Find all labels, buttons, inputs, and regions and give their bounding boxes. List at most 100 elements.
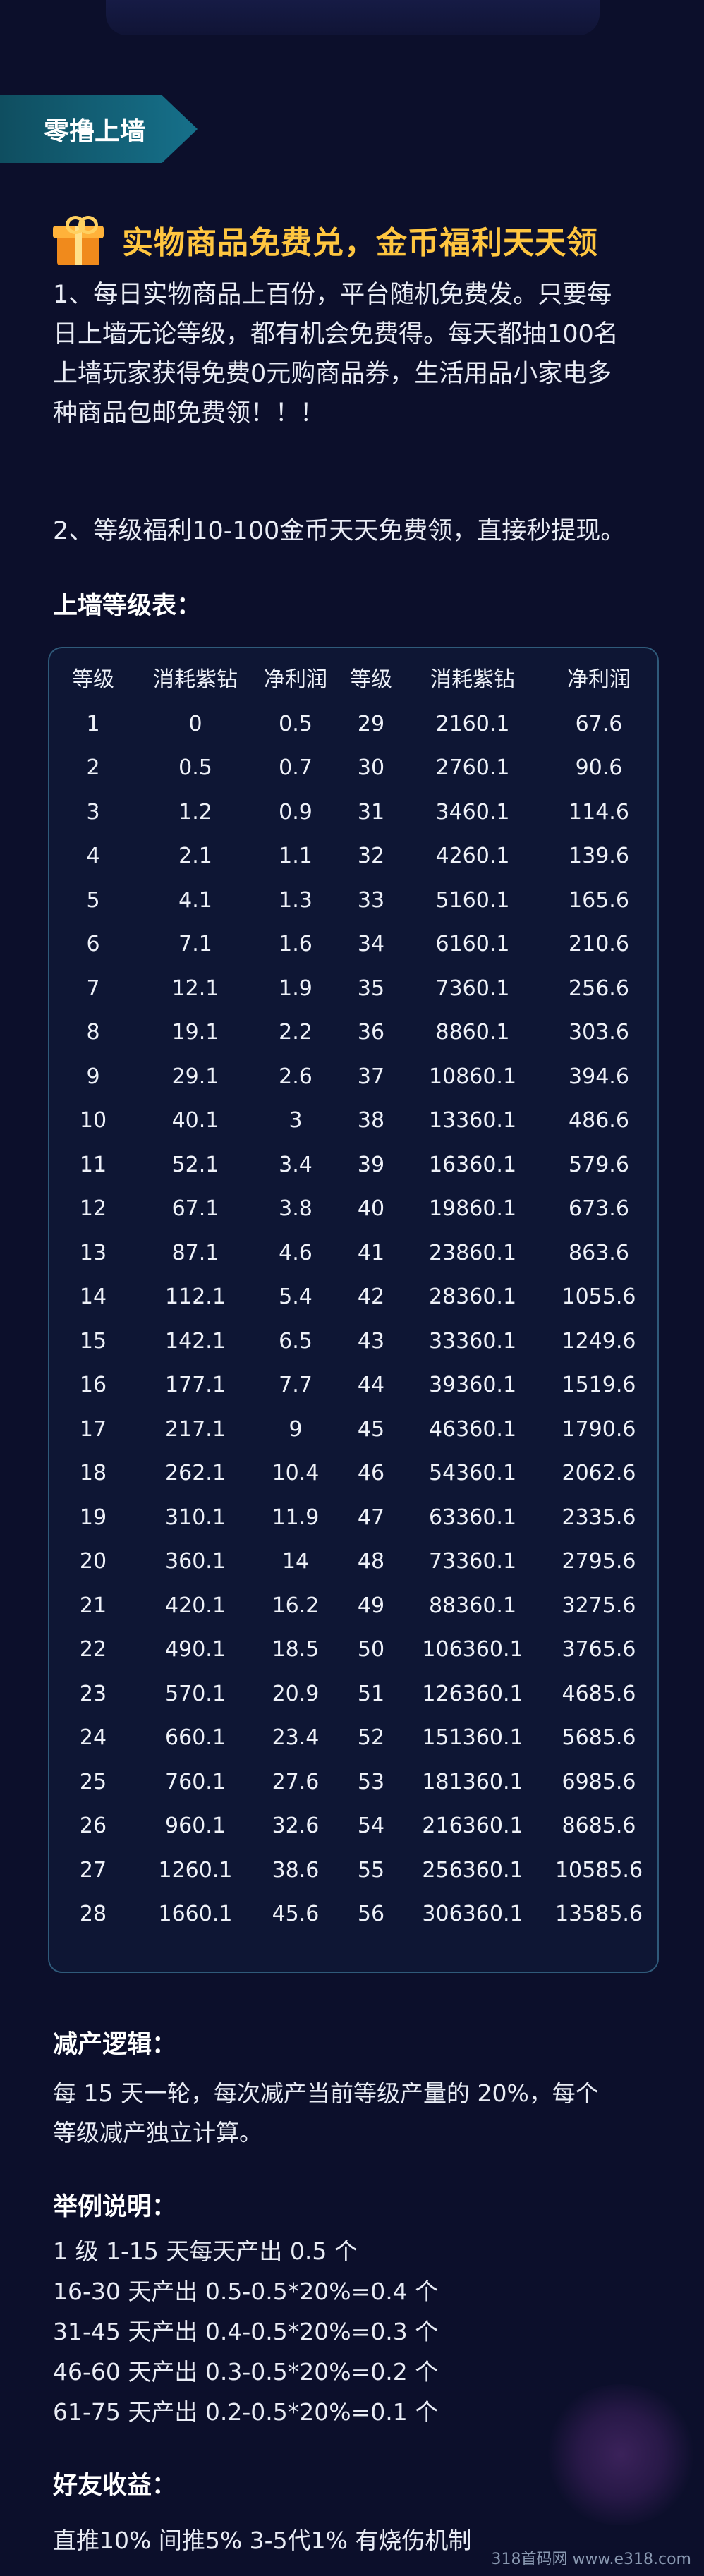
- table-cell: 90.6: [575, 755, 623, 780]
- headline-text: 实物商品免费兑，金币福利天天领: [122, 225, 598, 261]
- table-cell: 256.6: [569, 976, 629, 1001]
- table-cell: 67.6: [575, 711, 623, 736]
- table-cell: 55: [357, 1857, 385, 1883]
- table-cell: 63360.1: [428, 1505, 517, 1530]
- table-cell: 2062.6: [562, 1461, 636, 1486]
- table-cell: 16.2: [272, 1593, 320, 1618]
- table-cell: 26: [79, 1813, 107, 1838]
- table-cell: 579.6: [569, 1152, 629, 1177]
- table-cell: 12: [79, 1196, 107, 1221]
- table-cell: 2.2: [279, 1020, 312, 1045]
- table-cell: 34: [357, 932, 385, 956]
- table-cell: 10860.1: [428, 1064, 517, 1089]
- table-cell: 31: [357, 799, 385, 825]
- table-cell: 0.5: [279, 711, 312, 736]
- table-cell: 3.8: [279, 1196, 312, 1221]
- table-cell: 3: [289, 1108, 303, 1133]
- table-cell: 660.1: [165, 1725, 226, 1750]
- table-cell: 28360.1: [428, 1284, 517, 1309]
- table-cell: 23860.1: [428, 1240, 517, 1265]
- table-cell: 5685.6: [562, 1725, 636, 1750]
- table-cell: 3460.1: [435, 799, 510, 825]
- gem-decoration: [543, 2384, 698, 2525]
- table-cell: 10585.6: [554, 1857, 643, 1883]
- table-cell: 73360.1: [428, 1549, 517, 1574]
- table-cell: 1260.1: [158, 1857, 233, 1883]
- table-cell: 39: [357, 1152, 385, 1177]
- table-cell: 46: [357, 1461, 385, 1486]
- table-cell: 2760.1: [435, 755, 510, 780]
- level-table-title: 上墙等级表：: [53, 592, 202, 620]
- table-cell: 33: [357, 887, 385, 913]
- table-cell: 7.7: [279, 1373, 312, 1397]
- table-cell: 4.6: [279, 1240, 312, 1265]
- friends-title: 好友收益：: [53, 2472, 177, 2500]
- paragraph-2: 2、等级福利10-100金币天天免费领，直接秒提现。: [53, 511, 674, 551]
- table-cell: 303.6: [569, 1020, 629, 1045]
- paragraph-line: 1、每日实物商品上百份，平台随机免费发。只要每: [53, 281, 612, 309]
- example-line: 1 级 1-15 天每天产出 0.5 个: [53, 2237, 358, 2265]
- table-cell: 40: [357, 1196, 385, 1221]
- table-cell: 25: [79, 1769, 107, 1794]
- table-cell: 7.1: [178, 932, 212, 956]
- table-cell: 19860.1: [428, 1196, 517, 1221]
- table-cell: 2335.6: [562, 1505, 636, 1530]
- table-cell: 310.1: [165, 1505, 226, 1530]
- table-cell: 0: [188, 711, 202, 736]
- table-cell: 112.1: [165, 1284, 226, 1309]
- table-cell: 33360.1: [428, 1328, 517, 1354]
- table-cell: 960.1: [165, 1813, 226, 1838]
- table-cell: 11: [79, 1152, 107, 1177]
- table-cell: 6.5: [279, 1328, 312, 1354]
- table-cell: 1: [86, 711, 100, 736]
- example-line: 31-45 天产出 0.4-0.5*20%=0.3 个: [53, 2318, 439, 2345]
- table-cell: 1.2: [178, 799, 212, 825]
- table-cell: 2.1: [178, 844, 212, 868]
- table-cell: 54: [357, 1813, 385, 1838]
- table-header-cell: 消耗紫钻: [153, 667, 238, 692]
- table-cell: 17: [79, 1416, 107, 1442]
- table-cell: 177.1: [165, 1373, 226, 1397]
- table-cell: 32: [357, 844, 385, 868]
- table-cell: 56: [357, 1902, 385, 1926]
- table-cell: 1.3: [279, 887, 312, 913]
- table-cell: 262.1: [165, 1461, 226, 1486]
- table-cell: 2: [86, 755, 100, 780]
- table-cell: 151360.1: [422, 1725, 523, 1750]
- paragraph-line: 日上墙无论等级，都有机会免费得。每天都抽100名: [53, 320, 619, 348]
- table-cell: 6: [86, 932, 100, 956]
- table-cell: 3: [86, 799, 100, 825]
- table-cell: 39360.1: [428, 1373, 517, 1397]
- table-cell: 49: [357, 1593, 385, 1618]
- table-cell: 38: [357, 1108, 385, 1133]
- reduction-line: 每 15 天一轮，每次减产当前等级产量的 20%，每个: [53, 2079, 599, 2107]
- table-cell: 22: [79, 1637, 107, 1662]
- friends-line: 直推10% 间推5% 3-5代1% 有烧伤机制: [53, 2527, 472, 2554]
- table-cell: 32.6: [272, 1813, 320, 1838]
- watermark: 318首码网 www.e318.com: [491, 2551, 691, 2568]
- table-cell: 2.6: [279, 1064, 312, 1089]
- section-tag-label: 零撸上墙: [44, 117, 146, 146]
- table-header-cell: 净利润: [567, 667, 631, 692]
- table-cell: 40.1: [171, 1108, 219, 1133]
- table-cell: 14: [281, 1549, 310, 1574]
- table-cell: 863.6: [569, 1240, 629, 1265]
- table-cell: 29.1: [171, 1064, 219, 1089]
- table-cell: 14: [79, 1284, 107, 1309]
- reduction-text: 每 15 天一轮，每次减产当前等级产量的 20%，每个 等级减产独立计算。: [53, 2074, 688, 2153]
- table-cell: 47: [357, 1505, 385, 1530]
- table-header-cell: 消耗紫钻: [430, 667, 515, 692]
- table-cell: 88360.1: [428, 1593, 517, 1618]
- table-cell: 38.6: [272, 1857, 320, 1883]
- table-cell: 44: [357, 1373, 385, 1397]
- table-cell: 87.1: [171, 1240, 219, 1265]
- table-cell: 216360.1: [422, 1813, 523, 1838]
- section-tag: 零撸上墙: [0, 95, 198, 163]
- table-cell: 210.6: [569, 932, 629, 956]
- table-cell: 67.1: [171, 1196, 219, 1221]
- table-cell: 4.1: [178, 887, 212, 913]
- table-cell: 490.1: [165, 1637, 226, 1662]
- table-cell: 45: [357, 1416, 385, 1442]
- table-cell: 126360.1: [422, 1681, 523, 1706]
- table-cell: 9: [289, 1416, 303, 1442]
